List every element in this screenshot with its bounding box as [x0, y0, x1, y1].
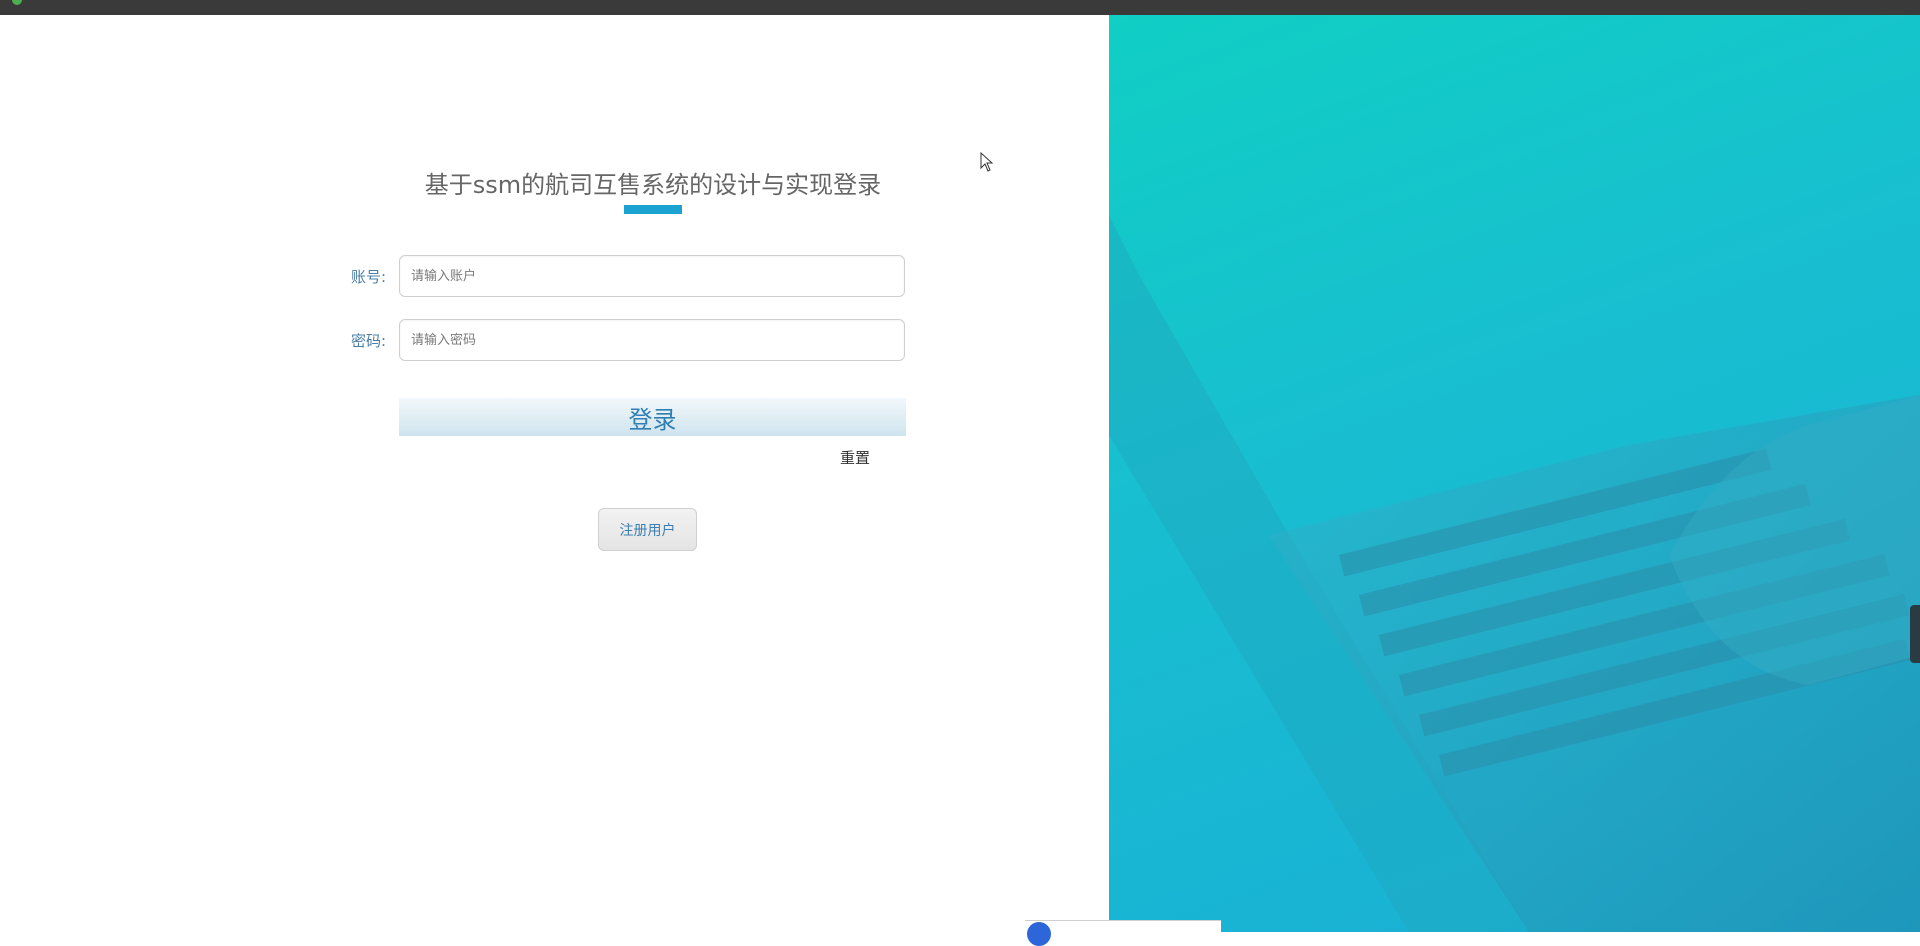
reset-link[interactable]: 重置	[840, 447, 870, 468]
browser-top-bar	[0, 0, 1920, 15]
floating-toolbar[interactable]	[1025, 920, 1221, 946]
account-label: 账号:	[351, 268, 387, 286]
tab-favicon-icon	[12, 0, 22, 5]
toolbar-logo-icon[interactable]	[1027, 922, 1051, 946]
password-input[interactable]	[399, 319, 905, 361]
register-button[interactable]: 注册用户	[598, 508, 697, 551]
login-button[interactable]: 登录	[399, 398, 906, 436]
laptop-background-image	[1109, 15, 1920, 932]
title-accent-bar	[624, 205, 682, 214]
page-title: 基于ssm的航司互售系统的设计与实现登录	[424, 171, 882, 199]
mouse-cursor-icon	[980, 151, 994, 176]
account-input[interactable]	[399, 255, 905, 297]
side-panel-handle[interactable]	[1910, 605, 1920, 663]
laptop-illustration	[1109, 215, 1920, 932]
login-panel	[0, 15, 1109, 932]
password-label: 密码:	[351, 332, 387, 350]
